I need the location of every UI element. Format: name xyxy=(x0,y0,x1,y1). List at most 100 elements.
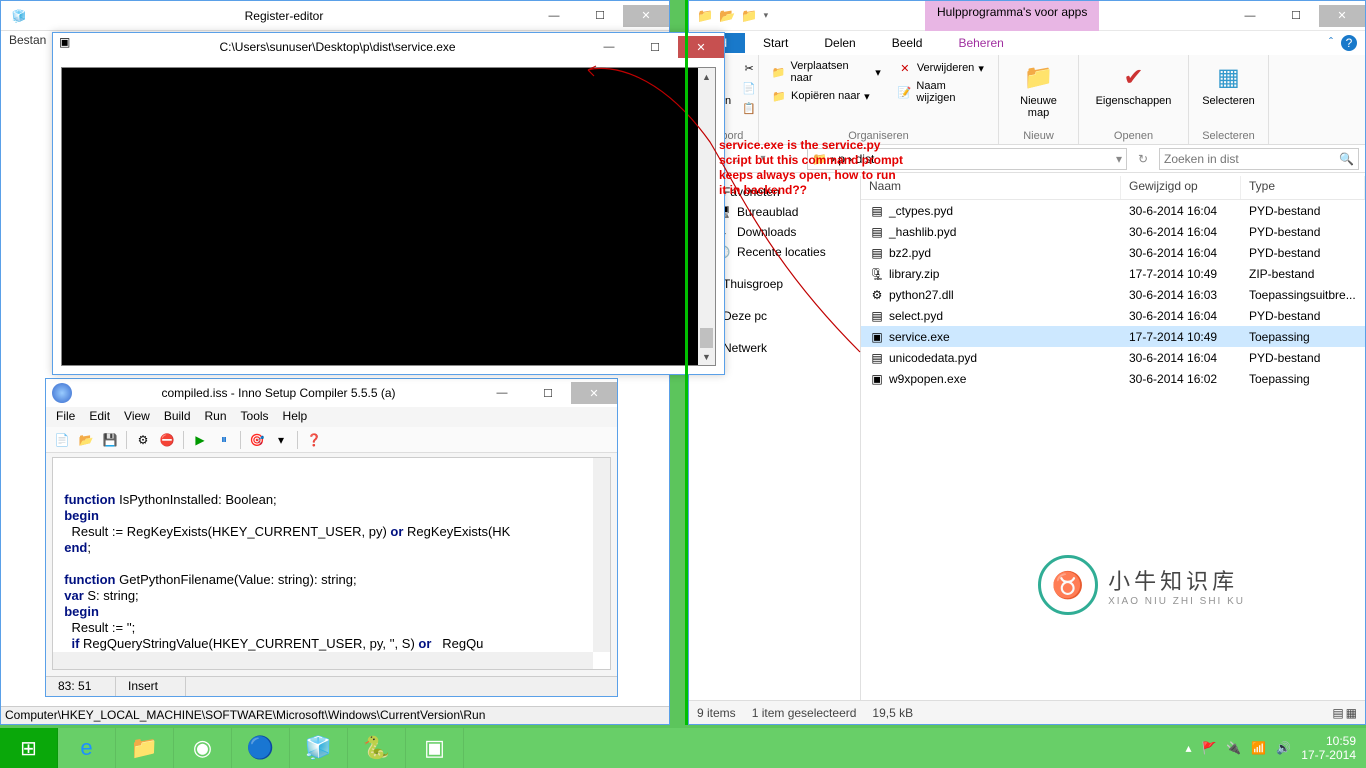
console-body[interactable]: ▲ ▼ xyxy=(61,67,716,366)
target-button[interactable]: 🎯 xyxy=(247,430,267,450)
col-date[interactable]: Gewijzigd op xyxy=(1121,176,1241,199)
menu-tools[interactable]: Tools xyxy=(241,409,269,425)
tab-view[interactable]: Beeld xyxy=(874,33,941,53)
maximize-button[interactable]: ☐ xyxy=(525,382,571,404)
maximize-button[interactable]: ☐ xyxy=(577,5,623,27)
file-row[interactable]: ▤_hashlib.pyd30-6-2014 16:04PYD-bestand xyxy=(861,221,1365,242)
scrollbar-horizontal[interactable] xyxy=(53,652,593,669)
search-input[interactable] xyxy=(1164,152,1339,166)
taskbar-python[interactable]: 🐍 xyxy=(348,728,406,768)
properties-button[interactable]: ✔Eigenschappen xyxy=(1090,59,1178,109)
menu-file[interactable]: File xyxy=(56,409,75,425)
file-row[interactable]: ▤select.pyd30-6-2014 16:04PYD-bestand xyxy=(861,305,1365,326)
run-button[interactable]: ▶ xyxy=(190,430,210,450)
file-row[interactable]: ▣w9xpopen.exe30-6-2014 16:02Toepassing xyxy=(861,368,1365,389)
maximize-button[interactable]: ☐ xyxy=(632,36,678,58)
tray-up-icon[interactable]: ▴ xyxy=(1185,741,1191,755)
close-button[interactable]: ✕ xyxy=(623,5,669,27)
help-button[interactable]: ❓ xyxy=(304,430,324,450)
inno-code-editor[interactable]: function IsPythonInstalled: Boolean; beg… xyxy=(52,457,611,670)
open-button[interactable]: 📂 xyxy=(76,430,96,450)
select-button[interactable]: ▦Selecteren xyxy=(1196,59,1261,109)
file-row[interactable]: ▤unicodedata.pyd30-6-2014 16:04PYD-besta… xyxy=(861,347,1365,368)
tab-manage[interactable]: Beheren xyxy=(940,33,1021,53)
minimize-button[interactable]: — xyxy=(586,36,632,58)
inno-menubar[interactable]: File Edit View Build Run Tools Help xyxy=(46,407,617,427)
stop-button[interactable]: ⛔ xyxy=(157,430,177,450)
console-titlebar[interactable]: ▣ C:\Users\sunuser\Desktop\p\dist\servic… xyxy=(53,33,724,61)
start-button[interactable]: ⊞ xyxy=(0,728,58,768)
scroll-thumb[interactable] xyxy=(700,328,713,348)
new-button[interactable]: 📄 xyxy=(52,430,72,450)
menu-build[interactable]: Build xyxy=(164,409,191,425)
taskbar-inno[interactable]: 🔵 xyxy=(232,728,290,768)
menu-edit[interactable]: Edit xyxy=(89,409,110,425)
scrollbar-vertical[interactable] xyxy=(593,458,610,652)
file-row[interactable]: ▣service.exe17-7-2014 10:49Toepassing xyxy=(861,326,1365,347)
new-folder-button[interactable]: 📁Nieuwe map xyxy=(1014,59,1063,121)
cut-button[interactable]: ✂ xyxy=(737,59,761,77)
explorer-window: 📁 📂 📁 ▾ Hulpprogramma's voor apps dist —… xyxy=(688,0,1366,725)
dropdown-icon[interactable]: ▾ xyxy=(271,430,291,450)
copy-to-button[interactable]: 📁Kopiëren naar ▾ xyxy=(767,87,885,105)
tab-start[interactable]: Start xyxy=(745,33,806,53)
regedit-titlebar[interactable]: 🧊 Register-editor — ☐ ✕ xyxy=(1,1,669,31)
copy-button[interactable]: 📄 xyxy=(737,79,761,97)
search-icon[interactable]: 🔍 xyxy=(1339,152,1354,166)
file-row[interactable]: 🗜library.zip17-7-2014 10:49ZIP-bestand xyxy=(861,263,1365,284)
explorer-titlebar[interactable]: 📁 📂 📁 ▾ Hulpprogramma's voor apps dist —… xyxy=(689,1,1365,31)
file-row[interactable]: ⚙python27.dll30-6-2014 16:03Toepassingsu… xyxy=(861,284,1365,305)
minimize-button[interactable]: — xyxy=(531,5,577,27)
inno-titlebar[interactable]: compiled.iss - Inno Setup Compiler 5.5.5… xyxy=(46,379,617,407)
paste-shortcut-button[interactable]: 📋 xyxy=(737,99,761,117)
rename-button[interactable]: 📝Naam wijzigen xyxy=(893,79,990,105)
minimize-button[interactable]: — xyxy=(479,382,525,404)
scroll-down-icon[interactable]: ▼ xyxy=(698,348,715,365)
pause-button[interactable]: ⏸ xyxy=(214,430,234,450)
collapse-ribbon-icon[interactable]: ˆ xyxy=(1329,35,1333,51)
menu-help[interactable]: Help xyxy=(283,409,308,425)
tray-volume-icon[interactable]: 🔊 xyxy=(1276,741,1291,755)
new-folder-icon[interactable]: 📁 xyxy=(739,8,759,24)
dropdown-icon[interactable]: ▾ xyxy=(762,10,771,21)
file-row[interactable]: ▤_ctypes.pyd30-6-2014 16:04PYD-bestand xyxy=(861,200,1365,221)
tray-device-icon[interactable]: 🔌 xyxy=(1226,741,1241,755)
console-scrollbar[interactable]: ▲ ▼ xyxy=(698,68,715,365)
delete-button[interactable]: ✕Verwijderen ▾ xyxy=(893,59,990,77)
save-button[interactable]: 💾 xyxy=(100,430,120,450)
menu-run[interactable]: Run xyxy=(205,409,227,425)
maximize-button[interactable]: ☐ xyxy=(1273,5,1319,27)
tray-flag-icon[interactable]: 🚩 xyxy=(1201,741,1216,755)
move-to-button[interactable]: 📁Verplaatsen naar ▾ xyxy=(767,59,885,85)
compile-button[interactable]: ⚙ xyxy=(133,430,153,450)
contextual-tab-apps[interactable]: Hulpprogramma's voor apps xyxy=(925,1,1099,31)
open-icon[interactable]: 📂 xyxy=(717,8,737,24)
taskbar-console[interactable]: ▣ xyxy=(406,728,464,768)
cursor-position: 83: 51 xyxy=(46,677,116,696)
taskbar-clock[interactable]: 10:59 17-7-2014 xyxy=(1301,734,1356,762)
window-divider[interactable] xyxy=(685,0,688,725)
quick-access-toolbar[interactable]: 📁 📂 📁 ▾ xyxy=(689,8,776,24)
menu-view[interactable]: View xyxy=(124,409,150,425)
scroll-up-icon[interactable]: ▲ xyxy=(698,68,715,85)
refresh-button[interactable]: ↻ xyxy=(1131,147,1155,171)
file-columns[interactable]: Naam Gewijzigd op Type xyxy=(861,176,1365,200)
taskbar-explorer[interactable]: 📁 xyxy=(116,728,174,768)
system-tray[interactable]: ▴ 🚩 🔌 📶 🔊 10:59 17-7-2014 xyxy=(1175,728,1366,768)
file-row[interactable]: ▤bz2.pyd30-6-2014 16:04PYD-bestand xyxy=(861,242,1365,263)
tab-share[interactable]: Delen xyxy=(806,33,873,53)
taskbar-ie[interactable]: e xyxy=(58,728,116,768)
view-large-icon[interactable]: ▦ xyxy=(1346,706,1357,720)
view-details-icon[interactable]: ▤ xyxy=(1332,706,1343,720)
console-icon: ▣ xyxy=(59,35,83,59)
taskbar-regedit[interactable]: 🧊 xyxy=(290,728,348,768)
col-type[interactable]: Type xyxy=(1241,176,1365,199)
search-box[interactable]: 🔍 xyxy=(1159,148,1359,170)
regedit-title: Register-editor xyxy=(37,9,531,23)
close-button[interactable]: ✕ xyxy=(1319,5,1365,27)
close-button[interactable]: ✕ xyxy=(571,382,617,404)
tray-network-icon[interactable]: 📶 xyxy=(1251,741,1266,755)
help-icon[interactable]: ? xyxy=(1341,35,1357,51)
taskbar-chrome[interactable]: ◉ xyxy=(174,728,232,768)
minimize-button[interactable]: — xyxy=(1227,5,1273,27)
